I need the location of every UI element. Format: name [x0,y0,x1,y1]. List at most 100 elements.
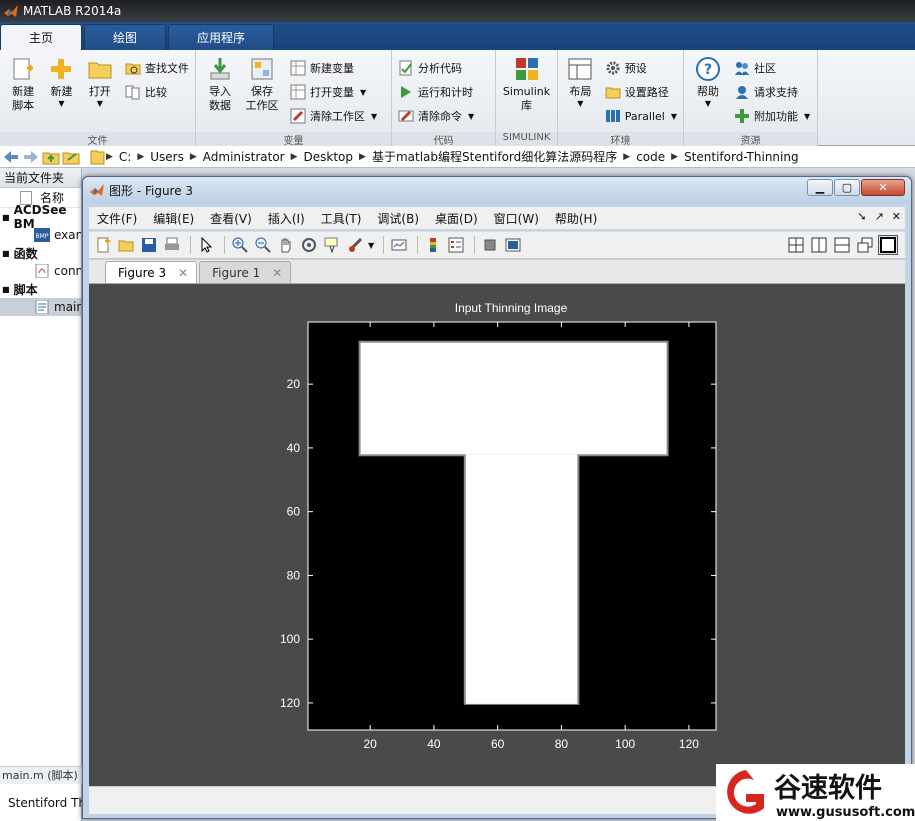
close-icon[interactable]: ✕ [892,210,901,223]
rotate-button[interactable] [299,235,319,255]
y-tick-label: 60 [287,505,301,519]
tab-apps[interactable]: 应用程序 [168,24,275,50]
watermark-url: www.gususoft.com [776,805,915,820]
chevron-down-icon[interactable]: ▼ [368,241,374,250]
hide-plot-tools-button[interactable] [480,235,500,255]
menu-view[interactable]: 查看(V) [202,210,260,227]
parallel-button[interactable]: Parallel ▼ [603,104,679,128]
addons-button[interactable]: 附加功能 ▼ [732,104,812,128]
toolbar-separator [224,236,225,254]
menu-overflow-icon[interactable]: ➘ [857,210,866,223]
print-button[interactable] [162,235,182,255]
browse-folder-icon[interactable] [62,149,80,165]
data-cursor-button[interactable] [322,235,342,255]
float-layout-button[interactable] [855,235,875,255]
chevron-down-icon: ▼ [577,99,584,108]
file-group-header[interactable]: ■ 脚本 [0,280,81,298]
menu-window[interactable]: 窗口(W) [486,210,547,227]
file-group-header[interactable]: ■ 函数 [0,244,81,262]
community-button[interactable]: 社区 [732,56,812,80]
breadcrumb-item[interactable]: C: [119,150,131,164]
menu-debug[interactable]: 调试(B) [369,210,427,227]
new-file-icon [97,237,110,253]
select-button[interactable] [196,235,216,255]
menu-file[interactable]: 文件(F) [89,210,145,227]
minimize-button[interactable]: ▁ [807,179,833,196]
compare-button[interactable]: 比较 [123,80,191,104]
close-tab-icon[interactable]: ✕ [178,266,188,280]
breadcrumb-item[interactable]: code [636,150,665,164]
watermark-brand: 谷速软件 [774,773,882,804]
brush-button[interactable] [345,235,365,255]
chevron-right-icon: ▶ [623,151,631,162]
set-path-button[interactable]: 设置路径 [603,80,679,104]
menu-insert[interactable]: 插入(I) [260,210,313,227]
maximize-layout-button[interactable] [878,235,898,255]
group-simulink: Simulink 库 SIMULINK [496,50,558,146]
close-tab-icon[interactable]: ✕ [272,266,282,280]
menu-tools[interactable]: 工具(T) [313,210,370,227]
forward-arrow-icon[interactable] [22,149,40,165]
script-file-icon [35,300,49,314]
link-plot-button[interactable] [389,235,409,255]
split-horizontal-icon [834,237,850,253]
link-plot-icon [391,239,407,251]
chevron-right-icon: ▶ [137,151,145,162]
list-item[interactable]: BMP exan [0,226,81,244]
tab-figure-1[interactable]: Figure 1 ✕ [199,261,292,283]
preferences-button[interactable]: 预设 [603,56,679,80]
list-item[interactable]: main [0,298,81,316]
tab-home[interactable]: 主页 [0,24,83,50]
menu-desktop[interactable]: 桌面(D) [427,210,486,227]
find-files-button[interactable]: 查找文件 [123,56,191,80]
list-item[interactable]: conn [0,262,81,280]
function-file-icon [35,264,49,278]
breadcrumb-item[interactable]: Desktop [304,150,354,164]
tab-figure-3[interactable]: Figure 3 ✕ [105,261,198,283]
zoom-in-button[interactable] [230,235,250,255]
figure-title: 图形 - Figure 3 [109,183,194,198]
left-right-layout-button[interactable] [809,235,829,255]
new-variable-button[interactable]: 新建变量 [288,56,379,80]
open-variable-button[interactable]: 打开变量 ▼ [288,80,379,104]
pan-button[interactable] [276,235,296,255]
figure-menubar: 文件(F) 编辑(E) 查看(V) 插入(I) 工具(T) 调试(B) 桌面(D… [89,207,905,229]
close-button[interactable]: ✕ [861,179,905,196]
top-bottom-layout-button[interactable] [832,235,852,255]
breadcrumb-item[interactable]: Administrator [203,150,285,164]
run-and-time-button[interactable]: 运行和计时 [396,80,476,104]
figure-titlebar[interactable]: 图形 - Figure 3 ▁ ▢ ✕ [83,177,911,203]
undock-icon[interactable]: ↗ [875,210,884,223]
legend-button[interactable] [446,235,466,255]
colorbar-button[interactable] [423,235,443,255]
request-support-button[interactable]: 请求支持 [732,80,812,104]
breadcrumb-item[interactable]: 基于matlab编程Stentiford细化算法源码程序 [372,148,617,165]
open-variable-icon [290,84,306,100]
back-arrow-icon[interactable] [2,149,20,165]
breadcrumb-item[interactable]: Users [150,150,184,164]
menu-help[interactable]: 帮助(H) [547,210,605,227]
tab-plots[interactable]: 绘图 [84,24,167,50]
menu-edit[interactable]: 编辑(E) [145,210,202,227]
analyze-code-button[interactable]: 分析代码 [396,56,476,80]
file-group-header[interactable]: ■ ACDSee BM [0,203,81,231]
tile-layout-button[interactable] [786,235,806,255]
clear-commands-button[interactable]: 清除命令 ▼ [396,104,476,128]
group-label-resources: 资源 [684,132,817,147]
save-button[interactable] [139,235,159,255]
simulink-icon [515,58,538,80]
clear-commands-icon [398,110,414,122]
breadcrumb-item[interactable]: Stentiford-Thinning [684,150,799,164]
split-vertical-icon [811,237,827,253]
zoom-out-button[interactable] [253,235,273,255]
up-folder-icon[interactable] [42,149,60,165]
file-description: Stentiford Th [8,796,82,810]
gear-icon [606,61,620,75]
show-plot-tools-button[interactable] [503,235,523,255]
maximize-button[interactable]: ▢ [834,179,860,196]
clear-workspace-button[interactable]: 清除工作区 ▼ [288,104,379,128]
open-file-button[interactable] [116,235,136,255]
show-tools-icon [505,238,521,252]
folder-icon [88,62,112,79]
new-figure-button[interactable] [93,235,113,255]
